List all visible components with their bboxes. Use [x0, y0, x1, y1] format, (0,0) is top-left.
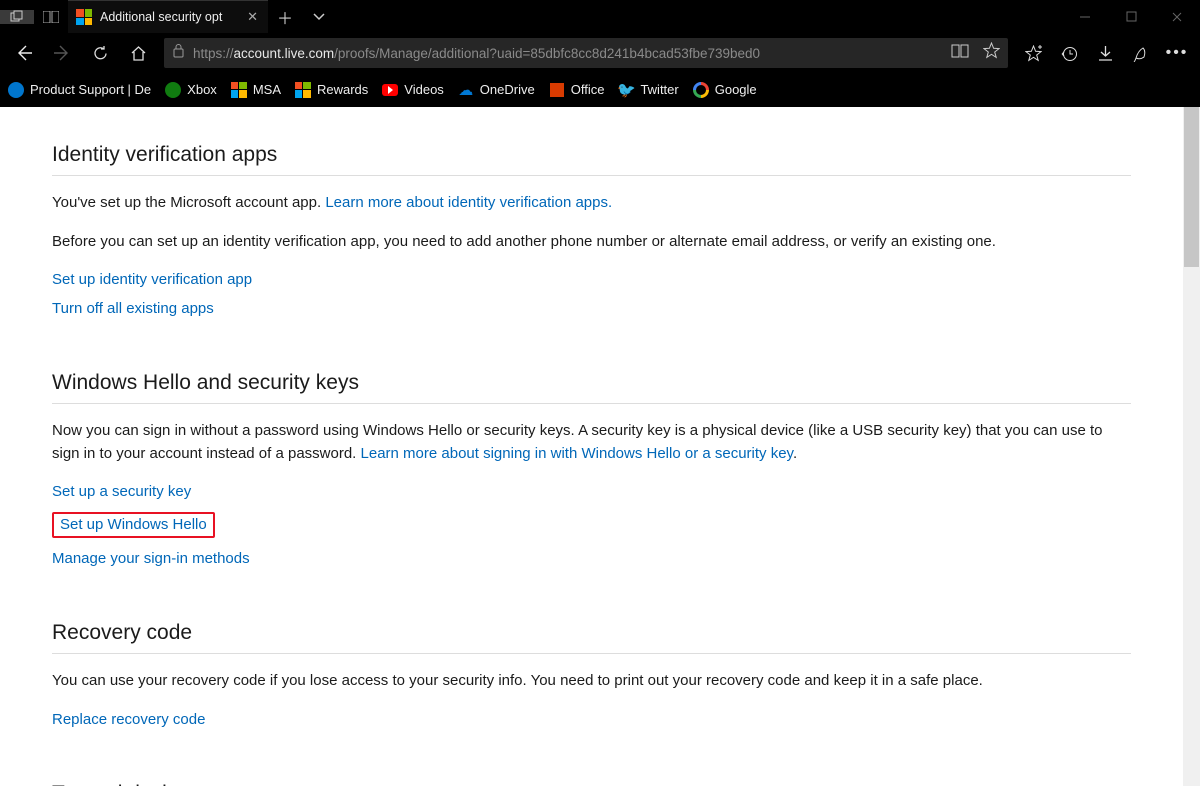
- replace-recovery-link[interactable]: Replace recovery code: [52, 711, 205, 728]
- section-identity-heading: Identity verification apps: [52, 143, 1131, 176]
- taskview2-icon[interactable]: [34, 11, 68, 23]
- bookmark-google[interactable]: Google: [693, 82, 757, 98]
- browser-navbar: https://account.live.com/proofs/Manage/a…: [0, 33, 1200, 73]
- highlight-box: Set up Windows Hello: [52, 512, 215, 538]
- bookmark-videos[interactable]: Videos: [382, 82, 444, 98]
- setup-security-key-link[interactable]: Set up a security key: [52, 483, 191, 500]
- tab-close-icon[interactable]: ✕: [247, 9, 258, 25]
- window-minimize-button[interactable]: [1062, 0, 1108, 33]
- url-text: https://account.live.com/proofs/Manage/a…: [193, 46, 760, 61]
- bookmark-office[interactable]: Office: [549, 82, 605, 98]
- tab-title: Additional security opt: [100, 10, 239, 24]
- ms-favicon-icon: [76, 9, 92, 25]
- window-titlebar: Additional security opt ✕ ＋: [0, 0, 1200, 33]
- nav-forward-button[interactable]: [44, 35, 80, 71]
- bookmark-msa[interactable]: MSA: [231, 82, 281, 98]
- recovery-text: You can use your recovery code if you lo…: [52, 670, 1131, 693]
- learn-hello-link[interactable]: Learn more about signing in with Windows…: [361, 445, 793, 462]
- reading-view-icon[interactable]: [951, 44, 969, 63]
- history-icon[interactable]: [1052, 35, 1086, 71]
- manage-signin-link[interactable]: Manage your sign-in methods: [52, 550, 250, 567]
- scrollbar-thumb[interactable]: [1184, 107, 1199, 267]
- section-hello-heading: Windows Hello and security keys: [52, 371, 1131, 404]
- add-favorite-icon[interactable]: [1016, 35, 1050, 71]
- nav-home-button[interactable]: [120, 35, 156, 71]
- bookmark-twitter[interactable]: 🐦Twitter: [618, 82, 678, 98]
- setup-windows-hello-link[interactable]: Set up Windows Hello: [60, 516, 207, 533]
- scrollbar[interactable]: [1183, 107, 1200, 786]
- bookmark-xbox[interactable]: Xbox: [165, 82, 217, 98]
- bookmarks-bar: Product Support | De Xbox MSA Rewards Vi…: [0, 73, 1200, 107]
- more-icon[interactable]: •••: [1160, 35, 1194, 71]
- nav-refresh-button[interactable]: [82, 35, 118, 71]
- bookmark-rewards[interactable]: Rewards: [295, 82, 368, 98]
- section-recovery-heading: Recovery code: [52, 621, 1131, 654]
- hello-text: Now you can sign in without a password u…: [52, 420, 1131, 465]
- browser-tab[interactable]: Additional security opt ✕: [68, 0, 268, 33]
- taskview1-icon[interactable]: [0, 10, 34, 24]
- setup-identity-app-link[interactable]: Set up identity verification app: [52, 271, 252, 288]
- address-bar[interactable]: https://account.live.com/proofs/Manage/a…: [164, 38, 1008, 68]
- bookmark-dell[interactable]: Product Support | De: [8, 82, 151, 98]
- tab-chevron-icon[interactable]: [302, 0, 336, 33]
- downloads-icon[interactable]: [1088, 35, 1122, 71]
- new-tab-button[interactable]: ＋: [268, 0, 302, 33]
- identity-text-1: You've set up the Microsoft account app.…: [52, 192, 1131, 215]
- notes-icon[interactable]: [1124, 35, 1158, 71]
- section-trusted-heading: Trusted devices: [52, 782, 1131, 786]
- bookmark-onedrive[interactable]: ☁OneDrive: [458, 82, 535, 98]
- identity-text-2: Before you can set up an identity verifi…: [52, 231, 1131, 254]
- window-controls: [1062, 0, 1200, 33]
- lock-icon: [172, 43, 185, 63]
- nav-back-button[interactable]: [6, 35, 42, 71]
- learn-identity-link[interactable]: Learn more about identity verification a…: [325, 194, 612, 211]
- window-close-button[interactable]: [1154, 0, 1200, 33]
- turn-off-apps-link[interactable]: Turn off all existing apps: [52, 300, 214, 317]
- window-maximize-button[interactable]: [1108, 0, 1154, 33]
- favorite-star-icon[interactable]: [983, 42, 1000, 64]
- page-content: Identity verification apps You've set up…: [0, 107, 1183, 786]
